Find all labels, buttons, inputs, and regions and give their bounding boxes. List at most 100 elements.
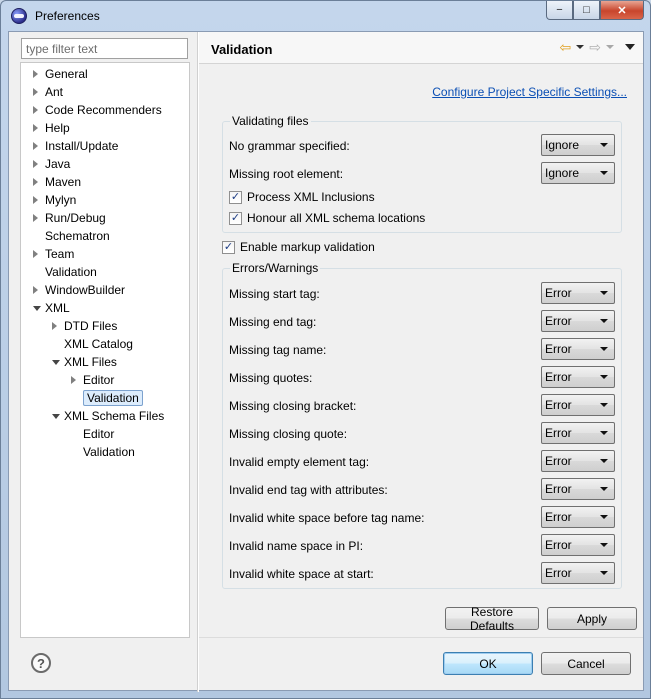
tree-node[interactable]: Help: [33, 119, 70, 137]
severity-select[interactable]: Error: [541, 282, 615, 304]
tree-node-label: General: [45, 67, 88, 81]
minimize-button[interactable]: −: [546, 1, 573, 20]
error-rule-label: Invalid white space before tag name:: [229, 511, 425, 525]
process-inclusions-option[interactable]: ✓ Process XML Inclusions: [229, 189, 375, 205]
no-grammar-label: No grammar specified:: [229, 139, 350, 153]
cancel-button[interactable]: Cancel: [541, 652, 631, 675]
panel-splitter[interactable]: [197, 32, 199, 692]
dialog-client-area: General Ant Code Recommenders Help Install/U…: [8, 31, 644, 692]
preference-tree: General Ant Code Recommenders Help Install/U…: [20, 62, 190, 638]
restore-defaults-button[interactable]: Restore Defaults: [445, 605, 539, 633]
tree-node[interactable]: WindowBuilder: [33, 281, 125, 299]
tree-node[interactable]: XML Catalog: [64, 335, 133, 353]
eclipse-icon: [11, 8, 27, 24]
filter-input[interactable]: [21, 38, 188, 59]
error-rule-label: Missing closing bracket:: [229, 399, 357, 413]
tree-node[interactable]: XML: [33, 299, 70, 317]
enable-markup-checkbox[interactable]: ✓: [222, 240, 235, 254]
collapsed-twisty-icon[interactable]: [52, 322, 57, 330]
collapsed-twisty-icon[interactable]: [71, 376, 76, 384]
tree-node-label: XML Files: [64, 355, 117, 369]
severity-select[interactable]: Error: [541, 422, 615, 444]
severity-select[interactable]: Error: [541, 450, 615, 472]
error-rule-label: Missing quotes:: [229, 371, 313, 385]
error-rule-label: Invalid white space at start:: [229, 567, 374, 581]
error-rule-label: Missing end tag:: [229, 315, 317, 329]
enable-markup-option[interactable]: ✓ Enable markup validation: [222, 239, 375, 255]
severity-select[interactable]: Error: [541, 310, 615, 332]
tree-node[interactable]: Ant: [33, 83, 64, 101]
tree-node[interactable]: General: [33, 65, 88, 83]
collapsed-twisty-icon[interactable]: [33, 286, 38, 294]
tree-node[interactable]: Validation: [45, 263, 97, 281]
tree-node[interactable]: Mylyn: [33, 191, 77, 209]
honour-schema-checkbox[interactable]: ✓: [229, 211, 242, 225]
collapsed-twisty-icon[interactable]: [33, 88, 38, 96]
back-dropdown-icon[interactable]: [576, 45, 585, 49]
tree-node[interactable]: Validation: [83, 443, 135, 461]
severity-select[interactable]: Error: [541, 338, 615, 360]
title-bar[interactable]: Preferences − □ ✕: [1, 1, 650, 31]
tree-node[interactable]: XML Files: [52, 353, 117, 371]
tree-node[interactable]: XML Schema Files: [52, 407, 165, 425]
tree-node[interactable]: Install/Update: [33, 137, 118, 155]
back-arrow-icon[interactable]: ⇦: [560, 40, 572, 54]
no-grammar-select[interactable]: Ignore: [541, 134, 615, 156]
error-rule-label: Missing tag name:: [229, 343, 327, 357]
tree-node[interactable]: Maven: [33, 173, 82, 191]
view-menu-icon[interactable]: [625, 44, 635, 50]
tree-node[interactable]: DTD Files: [52, 317, 117, 335]
apply-button[interactable]: Apply: [547, 607, 637, 630]
collapsed-twisty-icon[interactable]: [33, 70, 38, 78]
severity-select[interactable]: Error: [541, 562, 615, 584]
collapsed-twisty-icon[interactable]: [33, 196, 38, 204]
process-inclusions-checkbox[interactable]: ✓: [229, 190, 242, 204]
expanded-twisty-icon[interactable]: [52, 360, 60, 365]
page-header: Validation ⇦ ⇨: [199, 32, 643, 64]
tree-node-label: XML Schema Files: [64, 409, 165, 423]
forward-dropdown-icon[interactable]: [606, 45, 614, 49]
collapsed-twisty-icon[interactable]: [33, 106, 38, 114]
page-title: Validation: [211, 42, 273, 57]
expanded-twisty-icon[interactable]: [52, 414, 60, 419]
tree-node-label: XML Catalog: [64, 337, 133, 351]
tree-node-label: Run/Debug: [45, 211, 106, 225]
tree-node[interactable]: Schematron: [45, 227, 110, 245]
error-rule-label: Missing start tag:: [229, 287, 320, 301]
tree-node-label: Maven: [45, 175, 82, 189]
collapsed-twisty-icon[interactable]: [33, 124, 38, 132]
configure-project-link[interactable]: Configure Project Specific Settings...: [432, 85, 627, 99]
forward-arrow-icon[interactable]: ⇨: [589, 40, 601, 54]
tree-node-label: Ant: [45, 85, 64, 99]
maximize-button[interactable]: □: [573, 1, 600, 20]
tree-node[interactable]: Validation: [83, 389, 143, 407]
tree-node[interactable]: Editor: [71, 371, 114, 389]
tree-node[interactable]: Run/Debug: [33, 209, 106, 227]
severity-select[interactable]: Error: [541, 534, 615, 556]
tree-node[interactable]: Java: [33, 155, 70, 173]
close-button[interactable]: ✕: [600, 1, 644, 20]
severity-select[interactable]: Error: [541, 506, 615, 528]
tree-node-label: Schematron: [45, 229, 110, 243]
collapsed-twisty-icon[interactable]: [33, 178, 38, 186]
help-icon[interactable]: ?: [31, 653, 51, 673]
window-frame: Preferences − □ ✕ General Ant Code Recomme…: [0, 0, 651, 699]
tree-node-label: Validation: [45, 265, 97, 279]
tree-node[interactable]: Editor: [83, 425, 114, 443]
window-controls: − □ ✕: [546, 1, 644, 21]
expanded-twisty-icon[interactable]: [33, 306, 41, 311]
collapsed-twisty-icon[interactable]: [33, 214, 38, 222]
honour-schema-option[interactable]: ✓ Honour all XML schema locations: [229, 210, 425, 226]
severity-select[interactable]: Error: [541, 394, 615, 416]
tree-node-label: Validation: [83, 445, 135, 459]
tree-node[interactable]: Code Recommenders: [33, 101, 162, 119]
collapsed-twisty-icon[interactable]: [33, 160, 38, 168]
tree-node-label: Mylyn: [45, 193, 77, 207]
collapsed-twisty-icon[interactable]: [33, 142, 38, 150]
tree-node[interactable]: Team: [33, 245, 74, 263]
severity-select[interactable]: Error: [541, 366, 615, 388]
ok-button[interactable]: OK: [443, 652, 533, 675]
collapsed-twisty-icon[interactable]: [33, 250, 38, 258]
severity-select[interactable]: Error: [541, 478, 615, 500]
missing-root-select[interactable]: Ignore: [541, 162, 615, 184]
